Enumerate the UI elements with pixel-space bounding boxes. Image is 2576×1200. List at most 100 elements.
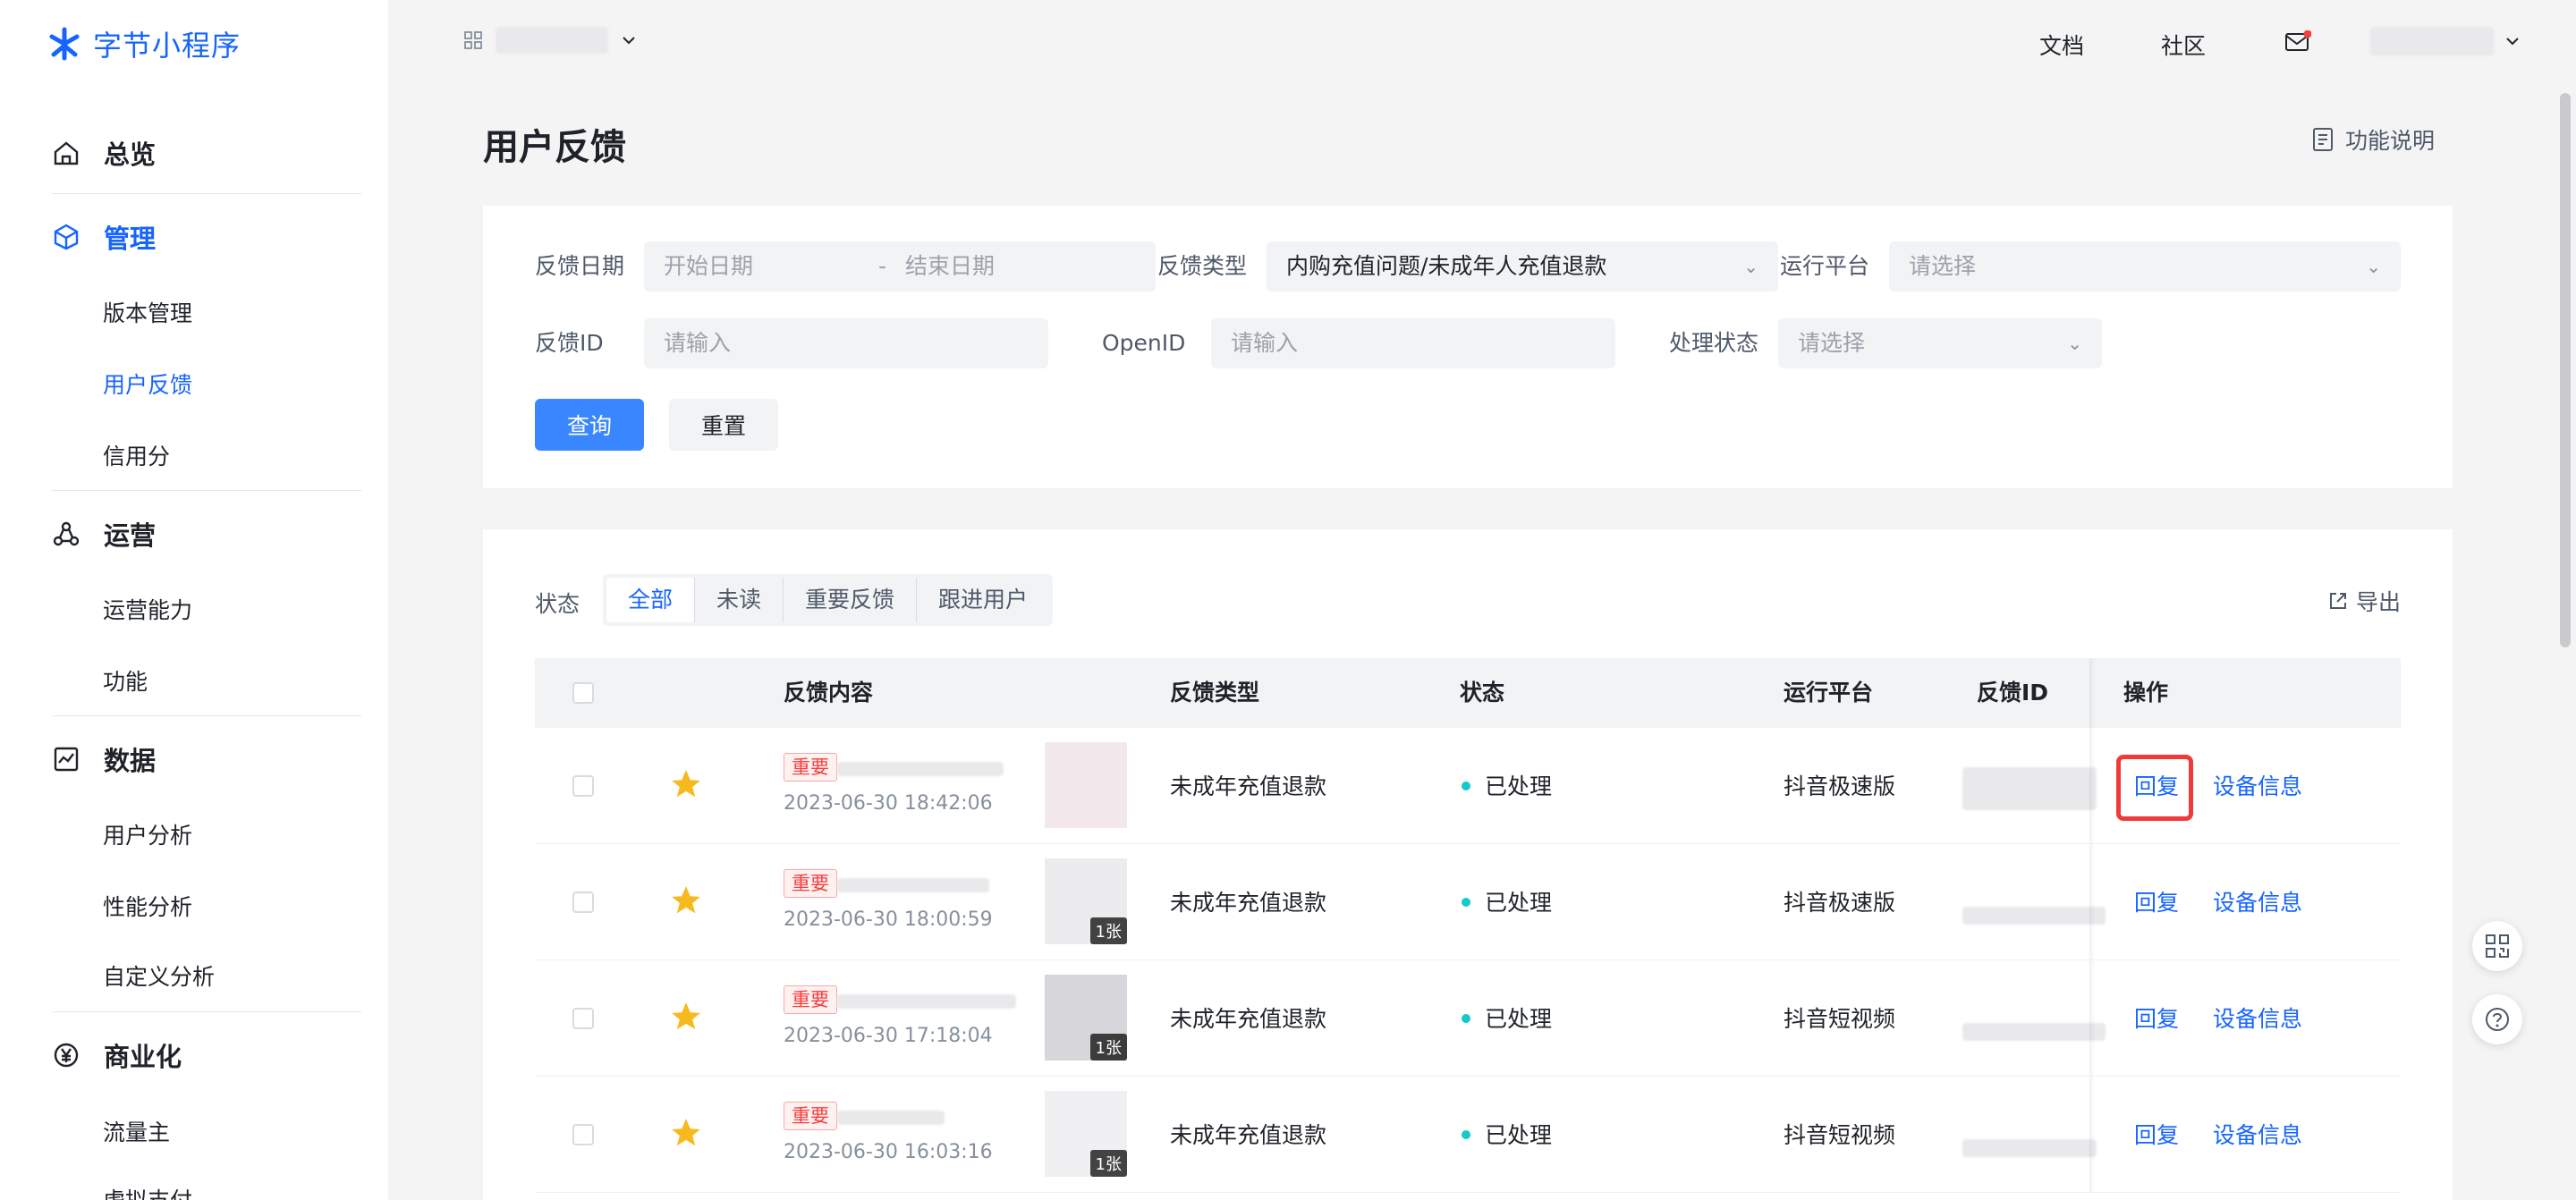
feedback-type-select[interactable]: 内购充值问题/未成年人充值退款 ⌄ (1267, 241, 1778, 292)
nav-operation[interactable]: 运营 (52, 511, 156, 556)
help-button[interactable] (2472, 994, 2522, 1044)
feedback-image-thumbnail[interactable]: 1张 (1045, 858, 1127, 944)
star-icon[interactable] (669, 1116, 703, 1150)
important-tag: 重要 (784, 753, 837, 782)
feedback-type-label: 反馈类型 (1157, 253, 1248, 279)
openid-placeholder: 请输入 (1231, 330, 1299, 356)
platform-select[interactable]: 请选择 ⌄ (1889, 241, 2401, 292)
feedback-table-panel: 状态 全部 未读 重要反馈 跟进用户 导出 反馈内容 反馈类型 状态 运行平台 … (483, 529, 2453, 1200)
filter-panel: 反馈日期 开始日期 - 结束日期 反馈类型 内购充值问题/未成年人充值退款 ⌄ … (483, 206, 2453, 488)
select-all-checkbox[interactable] (572, 682, 594, 704)
question-icon (2486, 1008, 2509, 1031)
reply-link[interactable]: 回复 (2134, 885, 2179, 917)
device-info-link[interactable]: 设备信息 (2213, 769, 2302, 801)
end-date-input[interactable]: 结束日期 (905, 241, 995, 292)
row-checkbox[interactable] (572, 892, 594, 913)
process-status-label: 处理状态 (1669, 330, 1759, 356)
brand-logo[interactable]: 字节小程序 (47, 23, 241, 64)
brand-name: 字节小程序 (93, 29, 242, 63)
sticky-column-shadow (2089, 844, 2095, 959)
nav-item-traffic[interactable]: 流量主 (103, 1115, 170, 1151)
nav-manage-label: 管理 (104, 224, 157, 254)
platform-cell: 抖音短视频 (1784, 1006, 1896, 1032)
nav-item-custom-analysis[interactable]: 自定义分析 (103, 959, 215, 995)
export-label: 导出 (2355, 589, 2401, 615)
query-button[interactable]: 查询 (535, 399, 644, 451)
chevron-down-icon: ⌄ (2366, 256, 2381, 277)
feedback-time: 2023-06-30 18:42:06 (784, 792, 993, 815)
docs-link[interactable]: 文档 (2039, 29, 2084, 61)
nav-item-function[interactable]: 功能 (103, 664, 148, 700)
col-feedback-content: 反馈内容 (784, 680, 874, 706)
nav-operation-label: 运营 (104, 520, 157, 551)
nav-overview[interactable]: 总览 (52, 131, 156, 175)
function-description-link[interactable]: 功能说明 (2311, 123, 2435, 156)
tab-unread[interactable]: 未读 (694, 578, 783, 622)
feedback-image-thumbnail[interactable]: 1张 (1045, 1091, 1127, 1177)
nav-item-perf-analysis[interactable]: 性能分析 (103, 890, 192, 925)
start-date-input[interactable]: 开始日期 (664, 253, 753, 279)
row-checkbox[interactable] (572, 1008, 594, 1029)
image-count-badge: 1张 (1089, 917, 1127, 944)
mail-icon (2285, 30, 2312, 51)
row-checkbox[interactable] (572, 1124, 594, 1145)
app-switcher[interactable] (463, 27, 637, 54)
feedback-image-thumbnail[interactable] (1045, 742, 1127, 828)
nav-business[interactable]: 商业化 (52, 1033, 182, 1077)
nav-item-virtual-pay[interactable]: 虚拟支付 (103, 1183, 192, 1200)
important-tag: 重要 (784, 869, 837, 898)
page-scrollbar[interactable] (2560, 93, 2571, 647)
device-info-link[interactable]: 设备信息 (2213, 1001, 2302, 1034)
nav-business-label: 商业化 (104, 1042, 182, 1072)
table-header: 反馈内容 反馈类型 状态 运行平台 反馈ID 操作 (535, 658, 2401, 728)
device-info-link[interactable]: 设备信息 (2213, 1118, 2302, 1150)
nav-divider (52, 715, 361, 716)
col-status: 状态 (1460, 680, 1505, 706)
main-content: 用户反馈 功能说明 反馈日期 开始日期 - 结束日期 反馈类型 内购充值问题/未… (388, 89, 2547, 1200)
star-icon[interactable] (669, 767, 703, 801)
status-dot (1462, 1014, 1470, 1023)
qrcode-button[interactable] (2472, 921, 2522, 971)
process-status-select[interactable]: 请选择 ⌄ (1778, 318, 2102, 368)
chevron-down-icon: ⌄ (1743, 256, 1758, 277)
date-range-picker[interactable]: 开始日期 - 结束日期 (644, 241, 1156, 292)
tab-follow-up[interactable]: 跟进用户 (916, 578, 1049, 622)
device-info-link[interactable]: 设备信息 (2213, 885, 2302, 917)
reset-button[interactable]: 重置 (669, 399, 778, 451)
nav-item-feedback[interactable]: 用户反馈 (103, 368, 192, 403)
nav-item-credit[interactable]: 信用分 (103, 439, 170, 475)
tab-all[interactable]: 全部 (606, 578, 695, 622)
nav-item-version[interactable]: 版本管理 (103, 296, 192, 332)
mail-button[interactable] (2284, 30, 2312, 57)
tab-important[interactable]: 重要反馈 (783, 578, 916, 622)
sticky-column-shadow (2089, 1077, 2095, 1192)
star-icon[interactable] (669, 1000, 703, 1034)
row-checkbox[interactable] (572, 775, 594, 797)
image-count-badge: 1张 (1089, 1150, 1127, 1177)
user-menu[interactable] (2370, 27, 2521, 55)
nav-manage[interactable]: 管理 (52, 215, 156, 259)
reply-link[interactable]: 回复 (2134, 1001, 2179, 1034)
platform-placeholder: 请选择 (1909, 253, 1977, 279)
qrcode-icon (2486, 934, 2509, 958)
table-row: 重要 2023-06-30 18:00:59 1张 未成年充值退款 已处理 抖音… (535, 844, 2401, 960)
export-button[interactable]: 导出 (2327, 585, 2401, 617)
openid-input[interactable]: 请输入 (1211, 318, 1615, 368)
nav-item-ops-ability[interactable]: 运营能力 (103, 593, 192, 629)
platform-cell: 抖音极速版 (1784, 773, 1896, 799)
important-tag: 重要 (784, 985, 837, 1014)
feedback-id-input[interactable]: 请输入 (644, 318, 1048, 368)
star-icon[interactable] (669, 883, 703, 917)
nav-divider (52, 1011, 361, 1012)
community-link[interactable]: 社区 (2161, 29, 2206, 61)
table-row: 重要 2023-06-30 17:18:04 1张 未成年充值退款 已处理 抖音… (535, 960, 2401, 1077)
feedback-id-redacted (1962, 1139, 2097, 1157)
nav-item-user-analysis[interactable]: 用户分析 (103, 818, 192, 854)
content-redacted (837, 878, 989, 892)
status-dot (1462, 782, 1470, 790)
feedback-image-thumbnail[interactable]: 1张 (1045, 975, 1127, 1061)
reply-link[interactable]: 回复 (2134, 1118, 2179, 1150)
nav-data[interactable]: 数据 (52, 737, 156, 782)
topbar: 文档 社区 (388, 0, 2576, 89)
reply-link[interactable]: 回复 (2134, 769, 2179, 801)
